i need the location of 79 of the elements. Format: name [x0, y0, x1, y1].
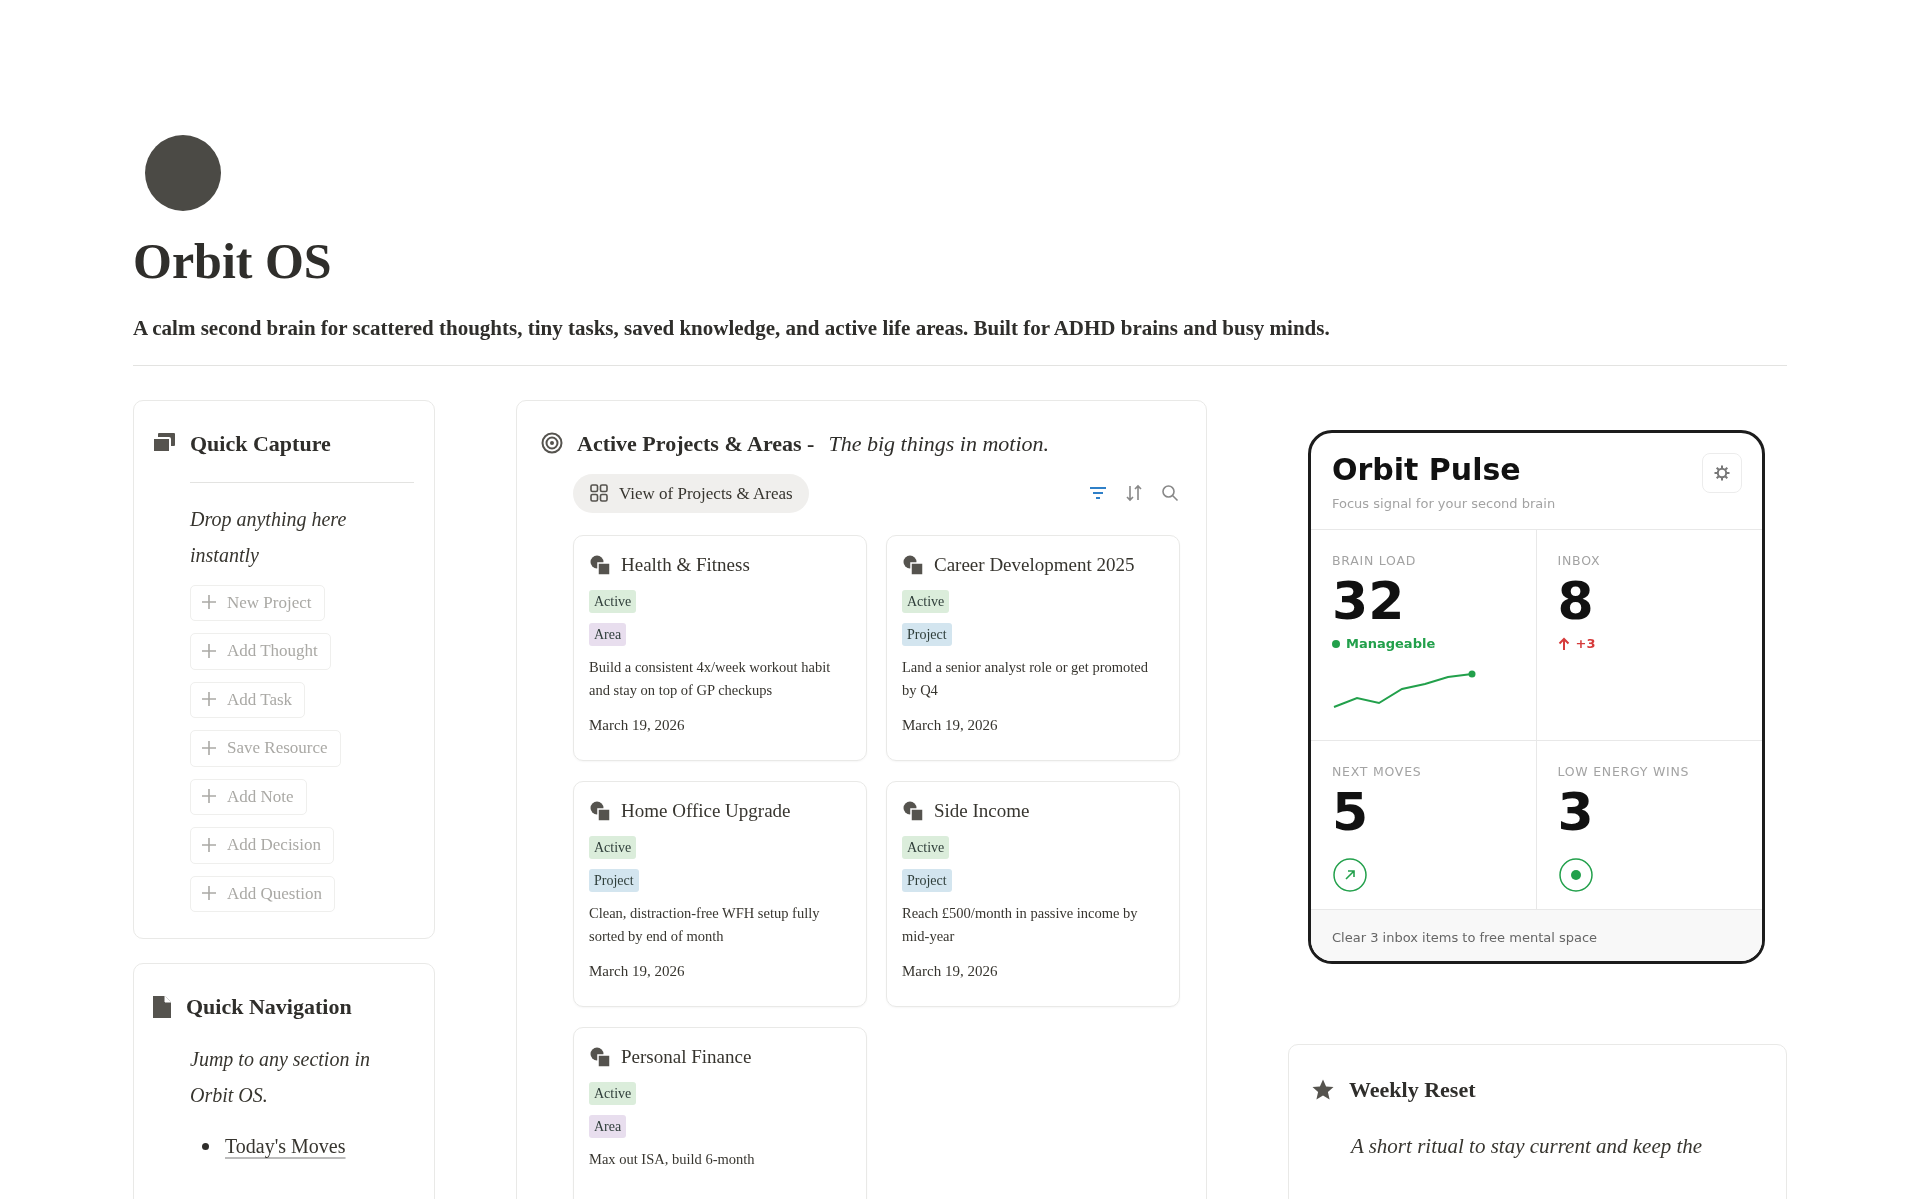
document-icon [152, 994, 172, 1019]
shapes-icon [902, 554, 924, 577]
card-description: Max out ISA, build 6-month [589, 1149, 756, 1169]
grid-icon [589, 483, 609, 504]
metric-label: BRAIN LOAD [1332, 552, 1418, 570]
metric-value: 8 [1557, 572, 1595, 630]
project-card[interactable]: Health & Fitness Active Area Build a consistent 4x/week workout habit and stay on top of GP checkups March 19, 2026 [573, 535, 867, 761]
project-card[interactable]: Personal Finance Active Area Max out ISA, build 6-month [573, 1027, 867, 1199]
page-title: Orbit OS [133, 232, 333, 291]
project-card[interactable]: Career Development 2025 Active Project Land a senior analyst role or get promoted by Q4 March 19, 2026 [886, 535, 1180, 761]
view-tab[interactable]: View of Projects & Areas [573, 473, 809, 513]
shapes-icon [589, 554, 611, 577]
pulse-footer: Clear 3 inbox items to free mental space [1311, 909, 1762, 962]
delta-value: +3 [1575, 634, 1596, 653]
metric-label: NEXT MOVES [1332, 763, 1423, 781]
type-tag: Project [902, 622, 952, 646]
plus-icon [201, 788, 217, 805]
card-title: Health & Fitness [621, 553, 750, 577]
card-description: Reach £500/month in passive income by mid-year [902, 903, 1139, 946]
arrow-circle-icon [1332, 856, 1368, 893]
status-tag: Active [589, 835, 637, 859]
plus-icon [201, 642, 217, 659]
card-title: Career Development 2025 [934, 553, 1135, 577]
panel-title: Weekly Reset [1349, 1076, 1476, 1105]
type-tag: Area [589, 622, 627, 646]
metric-label: INBOX [1557, 552, 1602, 570]
settings-button[interactable] [1702, 452, 1742, 493]
card-description: Build a consistent 4x/week workout habit and stay on top of GP checkups [589, 657, 832, 700]
settings-icon [1713, 463, 1731, 482]
windows-icon [152, 432, 176, 454]
card-date: March 19, 2026 [902, 961, 999, 981]
panel-subtitle: Drop anything here instantly [190, 506, 348, 569]
pulse-subtitle: Focus signal for your second brain [1332, 494, 1556, 513]
panel-title: Quick Navigation [186, 993, 352, 1021]
plus-icon [201, 885, 217, 902]
card-title: Home Office Upgrade [621, 799, 791, 823]
metric-value: 5 [1332, 783, 1370, 841]
card-date: March 19, 2026 [589, 961, 686, 981]
type-tag: Project [902, 868, 952, 892]
status-tag: Active [589, 589, 637, 613]
card-title: Side Income [934, 799, 1030, 823]
plus-icon [201, 836, 217, 853]
navigation-link[interactable]: Today's Moves [225, 1131, 346, 1161]
shapes-icon [589, 800, 611, 823]
panel-title: Quick Capture [190, 429, 331, 458]
panel-subtitle: Jump to any section in Orbit OS. [190, 1047, 371, 1108]
card-description: Clean, distraction-free WFH setup fully sorted by end of month [589, 903, 821, 946]
panel-subtitle: A short ritual to stay current and keep the [1351, 1133, 1704, 1161]
status-label: Manageable [1346, 634, 1436, 653]
pulse-title: Orbit Pulse [1332, 452, 1522, 486]
card-description: Land a senior analyst role or get promoted by Q4 [902, 657, 1150, 700]
panel-title: Active Projects & Areas - [577, 429, 815, 458]
status-tag: Active [589, 1081, 637, 1105]
project-card[interactable]: Side Income Active Project Reach £500/month in passive income by mid-year March 19, 2026 [886, 781, 1180, 1007]
shapes-icon [902, 800, 924, 823]
metric-value: 32 [1332, 572, 1406, 630]
target-dot-icon [1557, 856, 1594, 893]
plus-icon [201, 691, 217, 708]
card-date: March 19, 2026 [589, 715, 686, 735]
status-tag: Active [902, 589, 950, 613]
status-dot [1332, 639, 1340, 648]
search-icon[interactable] [1160, 483, 1180, 504]
metric-label: LOW ENERGY WINS [1557, 763, 1691, 781]
metric-value: 3 [1557, 783, 1595, 841]
plus-icon [201, 594, 217, 611]
project-card[interactable]: Home Office Upgrade Active Project Clean, distraction-free WFH setup fully sorted by end of month March 19, 2026 [573, 781, 867, 1007]
plus-icon [201, 739, 217, 756]
sort-icon[interactable] [1124, 483, 1144, 504]
card-title: Personal Finance [621, 1045, 752, 1069]
target-icon [541, 432, 563, 454]
card-date: March 19, 2026 [902, 715, 999, 735]
panel-tagline: The big things in motion. [828, 429, 1050, 458]
page-description: A calm second brain for scattered thoughts, tiny tasks, saved knowledge, and active life areas. Built for ADHD brains and busy minds. [133, 315, 1331, 342]
shapes-icon [589, 1046, 611, 1069]
type-tag: Area [589, 1114, 627, 1138]
up-arrow-icon [1557, 636, 1570, 651]
status-tag: Active [902, 835, 950, 859]
type-tag: Project [589, 868, 639, 892]
bullet-dot [202, 1142, 209, 1150]
